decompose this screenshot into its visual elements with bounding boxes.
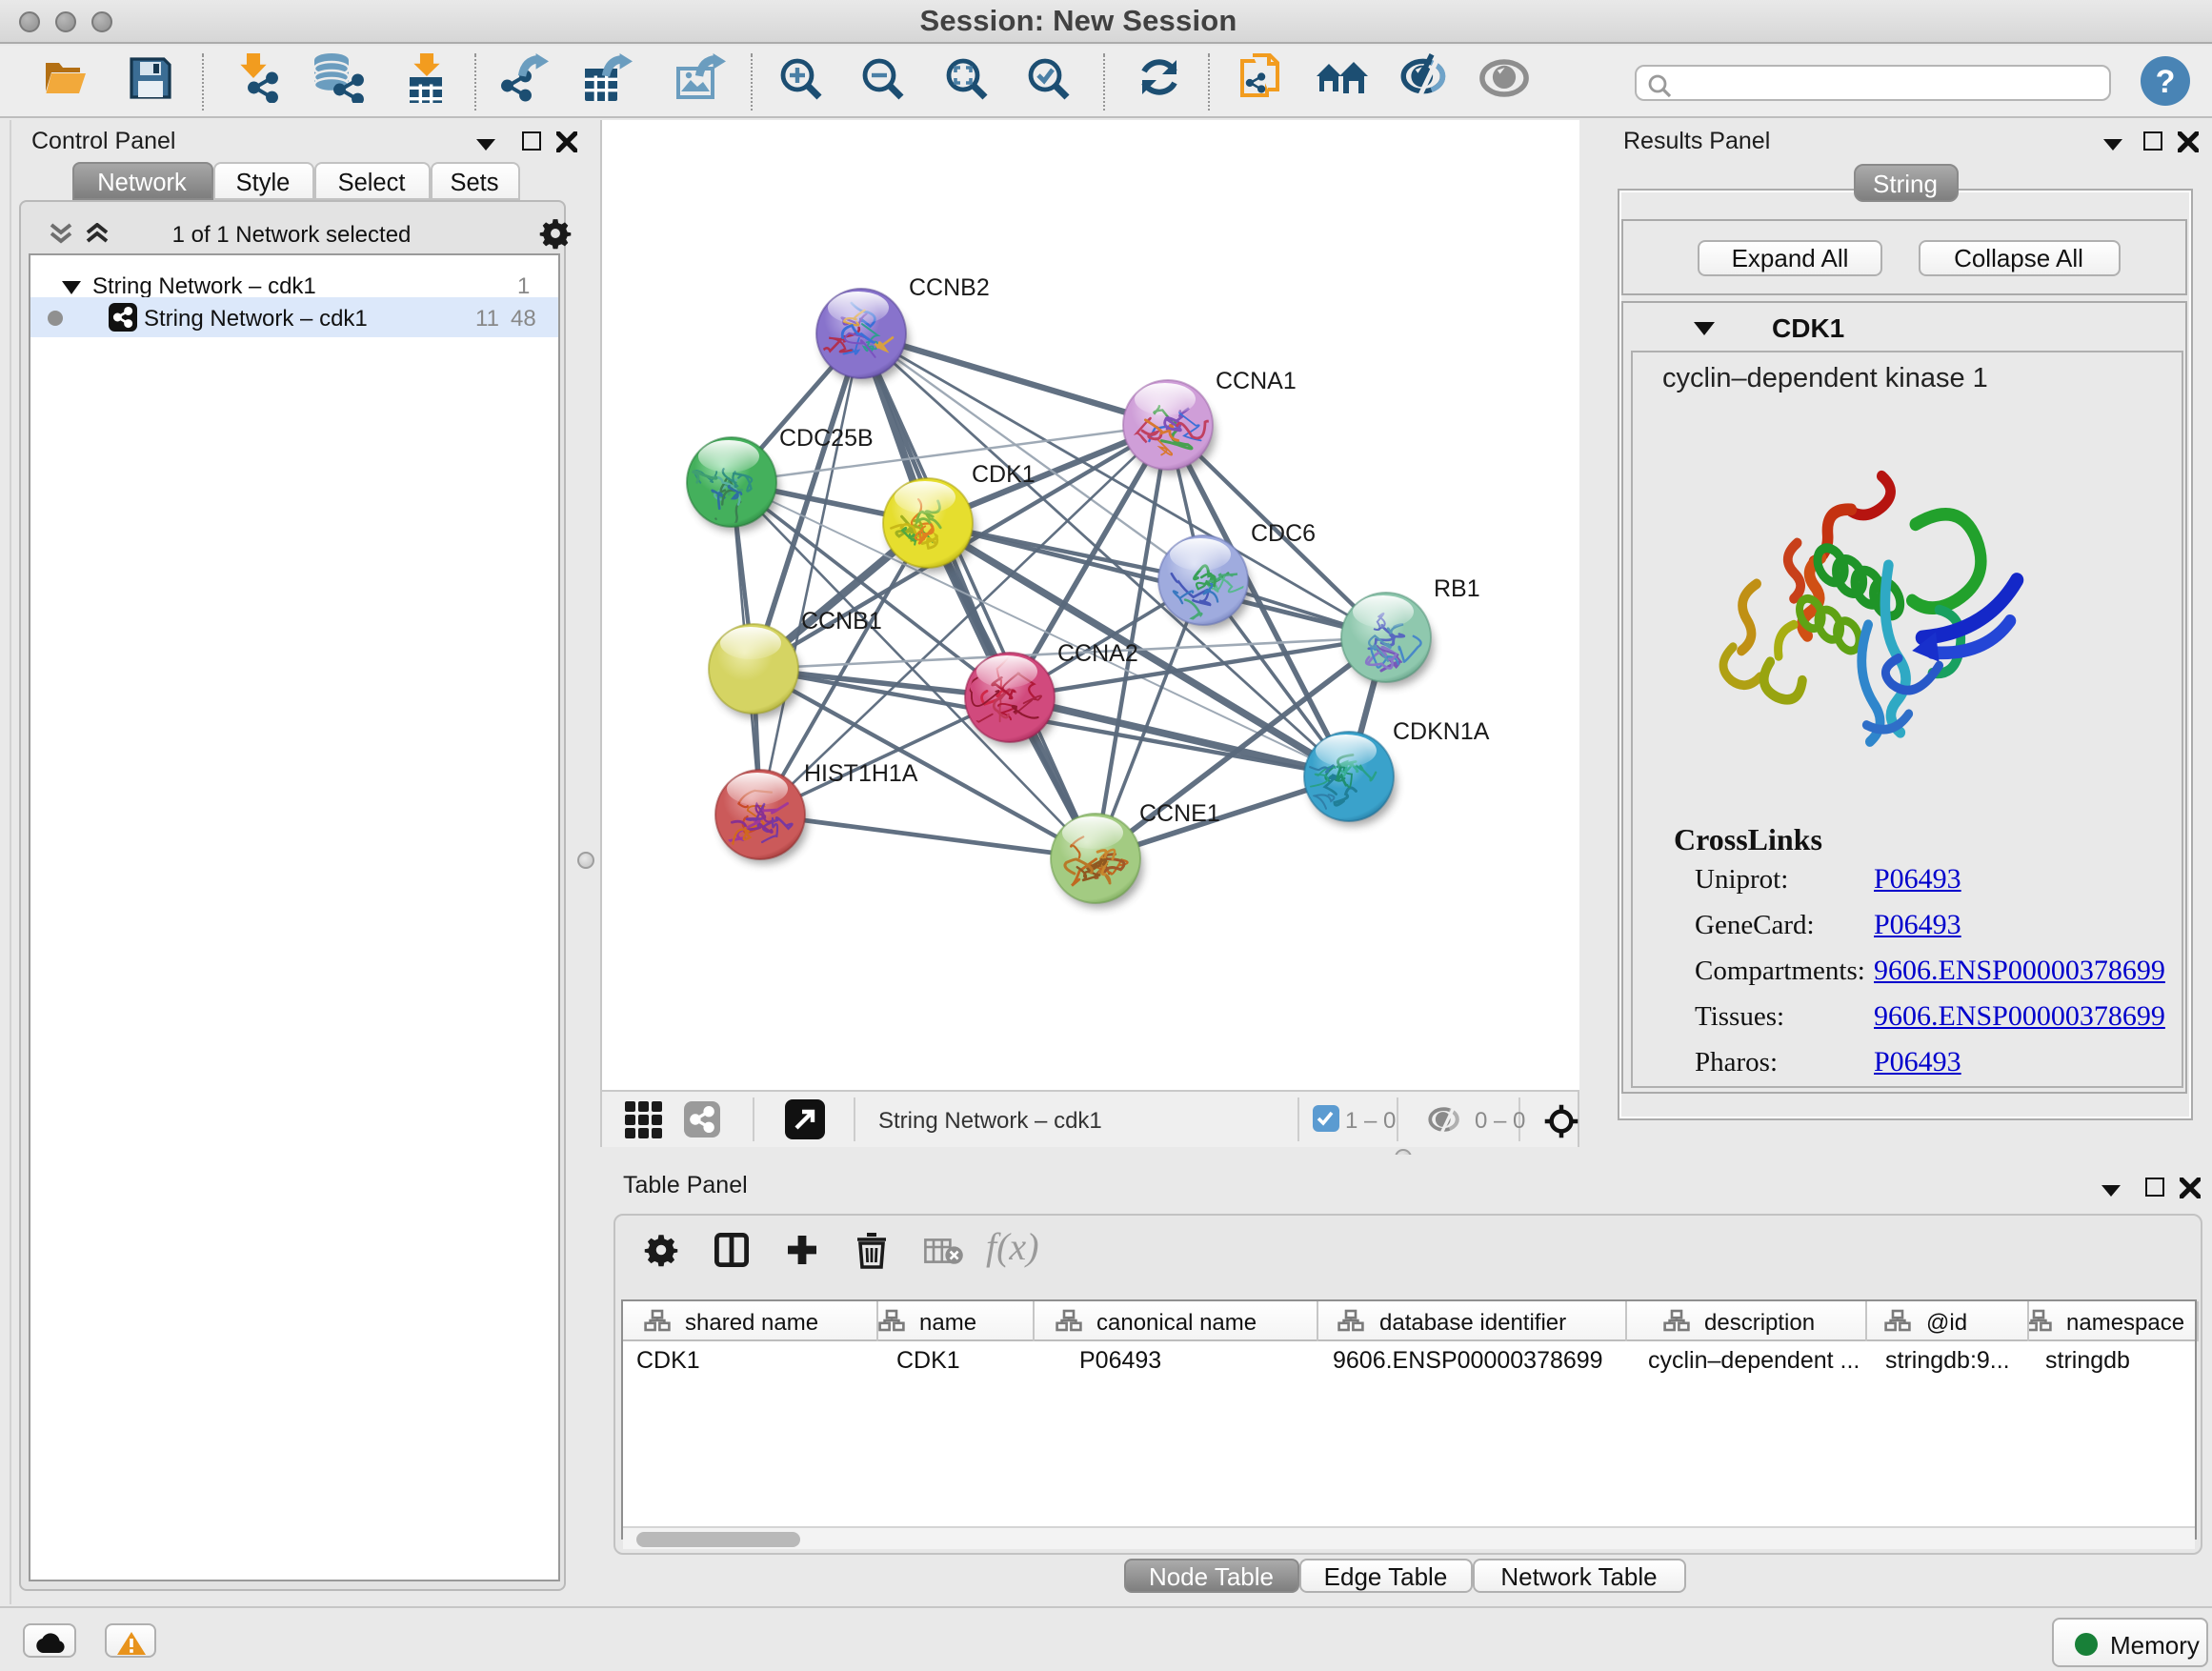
svg-text:?: ? [2156, 64, 2176, 100]
svg-text:CDK1: CDK1 [972, 460, 1036, 487]
svg-text:RB1: RB1 [1434, 574, 1480, 601]
svg-text:HIST1H1A: HIST1H1A [804, 759, 918, 786]
svg-text:CDC6: CDC6 [1251, 519, 1316, 546]
svg-text:CCNA1: CCNA1 [1216, 367, 1297, 393]
svg-text:CCNE1: CCNE1 [1139, 799, 1220, 826]
svg-text:CDC25B: CDC25B [779, 424, 874, 451]
svg-text:CDKN1A: CDKN1A [1393, 717, 1490, 744]
svg-text:CCNB2: CCNB2 [909, 273, 990, 300]
svg-text:CCNB1: CCNB1 [801, 607, 882, 634]
svg-text:CCNA2: CCNA2 [1057, 639, 1138, 666]
